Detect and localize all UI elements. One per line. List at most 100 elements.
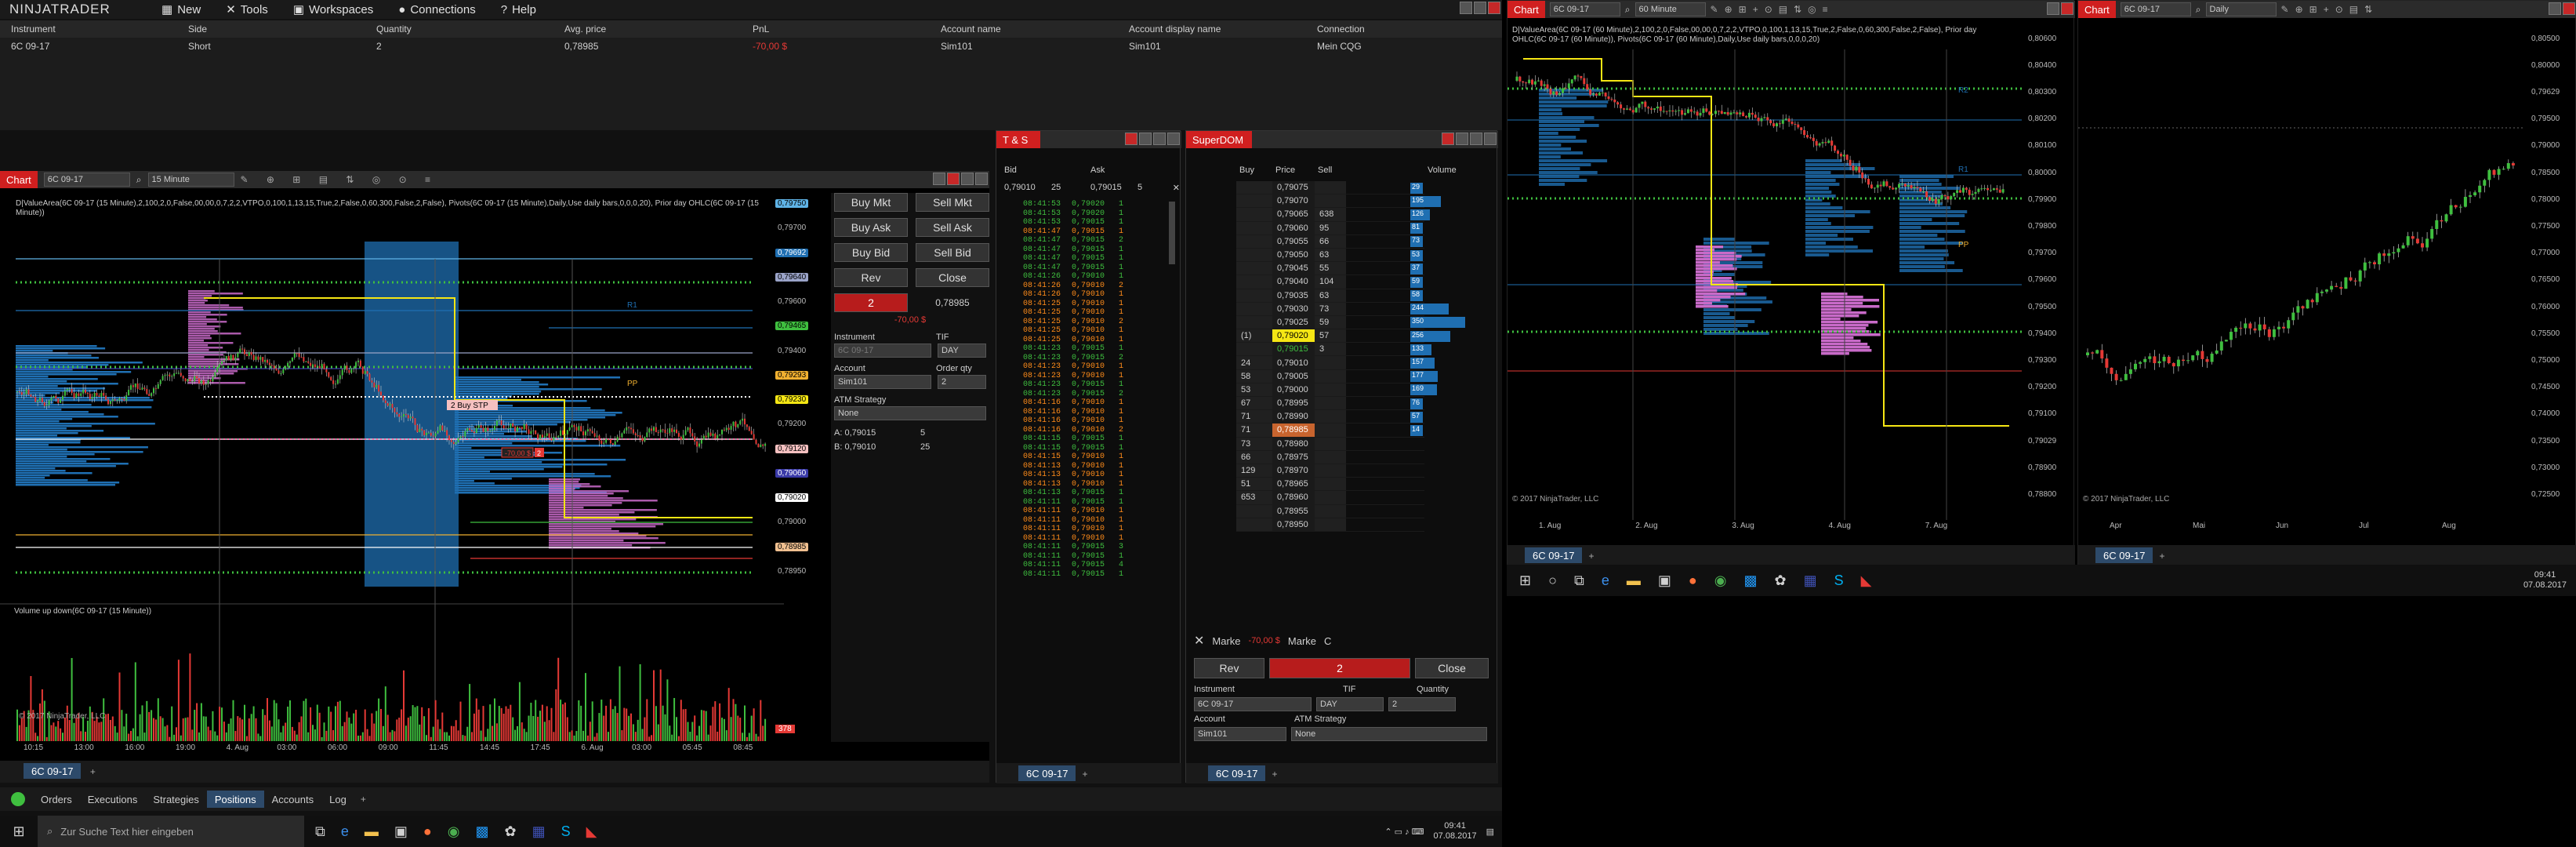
col-header[interactable]: Connection xyxy=(1317,20,1502,38)
store-icon[interactable]: ▣ xyxy=(1658,573,1671,589)
dom-buy-cell[interactable] xyxy=(1236,504,1272,518)
dom-price-cell[interactable]: 0,78970 xyxy=(1272,463,1315,478)
dom-buy-cell[interactable] xyxy=(1236,262,1272,275)
market-left-label[interactable]: Marke xyxy=(1212,635,1240,647)
restore-button[interactable] xyxy=(961,173,974,185)
dom-row[interactable]: 0,78955 xyxy=(1236,504,1424,518)
dom-buy-cell[interactable]: 58 xyxy=(1236,369,1272,383)
tab-orders[interactable]: Orders xyxy=(33,791,80,808)
dom-sell-cell[interactable] xyxy=(1315,410,1346,424)
dom-sell-cell[interactable]: 63 xyxy=(1315,289,1346,302)
col-header[interactable]: Account name xyxy=(941,20,1129,38)
dom-row[interactable]: 66 0,78975 xyxy=(1236,450,1424,464)
clock-time[interactable]: 09:41 xyxy=(1434,821,1477,831)
tab-log[interactable]: Log xyxy=(321,791,354,808)
dom-price-cell[interactable]: 0,79040 xyxy=(1272,275,1315,289)
dom-sell-cell[interactable]: 95 xyxy=(1315,221,1346,234)
tif-selector[interactable]: DAY xyxy=(1316,697,1384,711)
account-selector[interactable]: Sim101 xyxy=(1194,727,1286,741)
add-tab-icon[interactable]: + xyxy=(1272,769,1277,780)
restore-button[interactable] xyxy=(1153,133,1166,145)
clock-date[interactable]: 07.08.2017 xyxy=(1434,831,1477,842)
store-icon[interactable]: ▣ xyxy=(394,823,408,840)
close-button[interactable] xyxy=(1442,133,1454,145)
minimize-button[interactable] xyxy=(933,173,945,185)
dom-price-cell[interactable]: 0,79055 xyxy=(1272,234,1315,248)
tab-instrument[interactable]: 6C 09-17 xyxy=(1208,765,1266,781)
close-icon[interactable]: ✕ xyxy=(1194,633,1204,649)
close-button[interactable] xyxy=(1488,2,1500,14)
task-view-icon[interactable]: ⧉ xyxy=(315,823,325,840)
minimize-button[interactable] xyxy=(2047,2,2059,15)
app-icon[interactable]: ▩ xyxy=(475,823,488,840)
dom-buy-cell[interactable]: 53 xyxy=(1236,383,1272,396)
dom-price-cell[interactable]: 0,79010 xyxy=(1272,356,1315,369)
dom-buy-cell[interactable]: 24 xyxy=(1236,356,1272,369)
menu-tools[interactable]: ✕ Tools xyxy=(213,2,281,17)
account-selector[interactable]: Sim101 xyxy=(834,375,931,389)
dom-buy-cell[interactable]: 73 xyxy=(1236,437,1272,450)
drawing-tools-icon[interactable]: ✎ ⊕ ⊞ ▤ ⇅ ◎ ⊙ ≡ xyxy=(241,174,438,185)
dom-buy-cell[interactable]: 129 xyxy=(1236,463,1272,478)
dom-buy-cell[interactable] xyxy=(1236,315,1272,329)
col-header[interactable]: Side xyxy=(188,20,376,38)
dom-buy-cell[interactable] xyxy=(1236,518,1272,531)
dom-sell-cell[interactable] xyxy=(1315,437,1346,450)
dom-sell-cell[interactable] xyxy=(1315,450,1346,463)
price-chart[interactable]: 2 Buy STP-70,00 $2R1PP xyxy=(0,188,831,769)
instrument-selector[interactable]: 6C 09-17 xyxy=(43,173,130,187)
instrument-selector[interactable]: 6C 09-17 xyxy=(1549,2,1620,16)
tab-strategies[interactable]: Strategies xyxy=(145,791,207,808)
minimize-button[interactable] xyxy=(1460,2,1472,14)
dom-row[interactable]: 0,78950 xyxy=(1236,518,1424,532)
dom-price-cell[interactable]: 0,78995 xyxy=(1272,397,1315,410)
dom-buy-cell[interactable] xyxy=(1236,275,1272,289)
dom-buy-cell[interactable] xyxy=(1236,302,1272,315)
col-header[interactable]: Instrument xyxy=(0,20,188,38)
app-icon[interactable]: ▦ xyxy=(532,823,546,840)
chrome-icon[interactable]: ◉ xyxy=(1714,573,1727,589)
dom-price-cell[interactable]: 0,79045 xyxy=(1272,262,1315,275)
dom-price-cell[interactable]: 0,79035 xyxy=(1272,289,1315,302)
dom-price-cell[interactable]: 0,78965 xyxy=(1272,478,1315,491)
restore-button[interactable] xyxy=(1470,133,1482,145)
dom-buy-cell[interactable]: 71 xyxy=(1236,410,1272,424)
dom-row[interactable]: 653 0,78960 xyxy=(1236,491,1424,505)
ninjatrader-icon[interactable]: ◣ xyxy=(586,823,597,840)
windows-start-icon[interactable]: ⊞ xyxy=(1519,573,1531,589)
buy-bid-button[interactable]: Buy Bid xyxy=(834,243,908,262)
add-tab-icon[interactable]: + xyxy=(90,766,96,777)
dom-price-cell[interactable]: 0,79050 xyxy=(1272,248,1315,262)
tab-positions[interactable]: Positions xyxy=(206,791,264,808)
dom-row[interactable]: 73 0,78980 xyxy=(1236,437,1424,451)
quantity-input[interactable]: 2 xyxy=(1388,697,1456,711)
reverse-button[interactable]: Rev xyxy=(834,268,908,287)
dom-sell-cell[interactable] xyxy=(1315,181,1346,194)
add-tab-icon[interactable]: + xyxy=(1588,551,1594,562)
menu-help[interactable]: ? Help xyxy=(488,3,549,16)
dom-price-cell[interactable]: 0,79070 xyxy=(1272,194,1315,208)
dom-buy-cell[interactable] xyxy=(1236,194,1272,208)
instrument-selector[interactable]: 6C 09-17 xyxy=(2120,2,2191,16)
dom-buy-cell[interactable]: 51 xyxy=(1236,478,1272,491)
menu-workspaces[interactable]: ▣ Workspaces xyxy=(281,2,386,17)
price-chart[interactable] xyxy=(2078,18,2525,528)
menu-new[interactable]: ▦ New xyxy=(149,2,213,17)
add-tab-icon[interactable]: + xyxy=(2159,551,2164,562)
search-icon[interactable]: ⌕ xyxy=(1625,4,1631,16)
table-row[interactable]: 6C 09-17 Short 2 0,78985 -70,00 $ Sim101… xyxy=(0,38,1502,55)
add-tab-icon[interactable]: + xyxy=(361,794,366,805)
add-tab-icon[interactable]: + xyxy=(1082,769,1087,780)
dom-sell-cell[interactable] xyxy=(1315,504,1346,518)
col-header[interactable]: Account display name xyxy=(1129,20,1317,38)
dom-sell-cell[interactable]: 638 xyxy=(1315,208,1346,221)
dom-sell-cell[interactable] xyxy=(1315,478,1346,491)
sell-market-button[interactable]: Sell Mkt xyxy=(916,193,989,212)
dom-price-cell[interactable]: 0,78975 xyxy=(1272,450,1315,463)
dom-buy-cell[interactable]: 71 xyxy=(1236,424,1272,437)
maximize-button[interactable] xyxy=(1167,133,1180,145)
tab-accounts[interactable]: Accounts xyxy=(264,791,321,808)
close-icon[interactable]: ✕ xyxy=(1173,183,1180,193)
search-icon[interactable]: ⌕ xyxy=(136,174,142,186)
dom-buy-cell[interactable] xyxy=(1236,208,1272,221)
